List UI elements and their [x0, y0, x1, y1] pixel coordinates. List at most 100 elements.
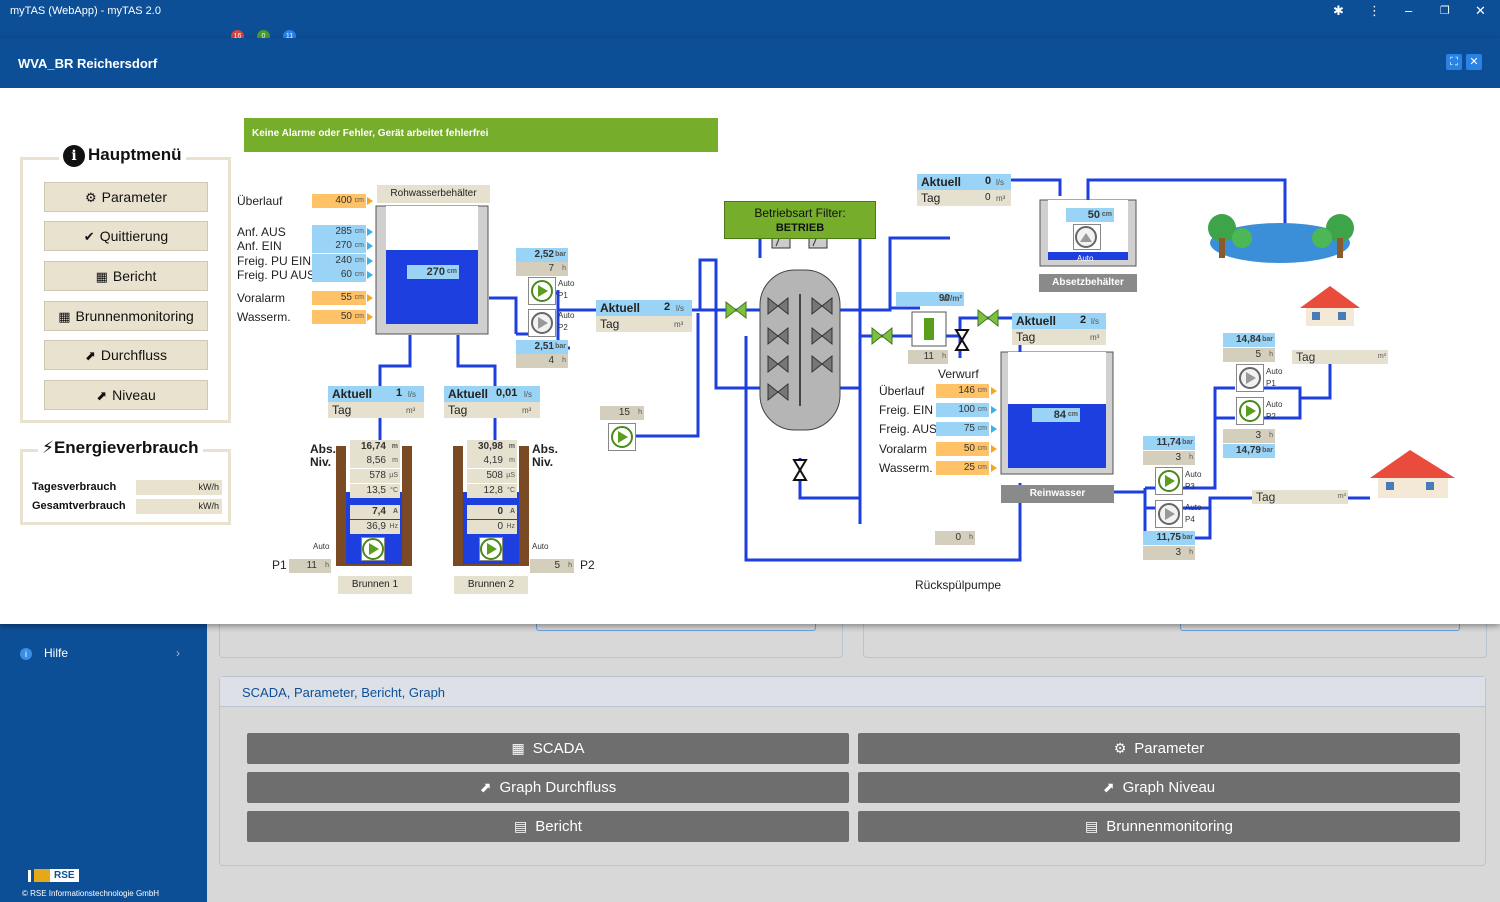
auto-label: Auto [558, 311, 575, 320]
gears-icon: ⚙ [84, 190, 97, 205]
lower-pump-p4[interactable] [1155, 500, 1183, 528]
house-icon-top [1300, 286, 1360, 326]
graph-niveau-button[interactable]: ⬈ Graph Niveau [858, 772, 1460, 803]
well2-reading: 0 Hz [467, 520, 517, 534]
well2-reading: 0A [467, 505, 517, 519]
auto-label: Auto [558, 279, 575, 288]
upper-hours-p1: 5h [1223, 348, 1275, 362]
copyright-text: © RSE Informationstechnologie GmbH [22, 889, 160, 898]
upper-pump-p1[interactable] [1236, 364, 1264, 392]
scada-canvas: i Hauptmenü ⚙ Parameter ✔ Quittierung ▦ Beri… [0, 88, 1500, 624]
modal-title: WVA_BR Reichersdorf [18, 56, 158, 71]
rein-param-value: 50 cm [936, 442, 989, 456]
daily-consumption-label: Tagesverbrauch [32, 481, 117, 493]
house-icon-bottom [1370, 450, 1455, 498]
rein-param-value: 75 cm [936, 422, 989, 436]
raw-param-value: 60 cm [312, 268, 366, 282]
gears-icon: ⚙ [1113, 740, 1127, 756]
window-titlebar: myTAS (WebApp) - myTAS 2.0 ✱ ⋮ – ❐ ✕ [0, 0, 1500, 22]
menu-brunnenmonitoring-button[interactable]: ▦ Brunnenmonitoring [44, 301, 208, 331]
well1-reading: 8,56 m [350, 454, 400, 468]
info-icon: i [20, 648, 32, 660]
chart-icon: ⬈ [479, 779, 492, 795]
maximize-icon[interactable]: ❐ [1440, 4, 1450, 17]
well1-reading: 13,5 °C [350, 484, 400, 498]
raw-param-label: Anf. AUS [237, 225, 286, 239]
menu-niveau-button[interactable]: ⬈ Niveau [44, 380, 208, 410]
well1-pump[interactable] [361, 537, 385, 561]
absetz-level: 50 cm [1066, 208, 1114, 222]
pump-label: P4 [1185, 515, 1195, 524]
rein-param-label: Freig. EIN [879, 403, 934, 417]
scada-panel-title: SCADA, Parameter, Bericht, Graph [220, 677, 1485, 707]
well2-pump[interactable] [479, 537, 503, 561]
menu-quittierung-button[interactable]: ✔ Quittierung [44, 221, 208, 251]
auto-label: Auto [532, 542, 549, 551]
more-vert-icon[interactable]: ⋮ [1368, 3, 1381, 19]
niv-label: Niv. [532, 455, 554, 469]
fullscreen-icon[interactable]: ⛶ [1446, 54, 1462, 70]
lower-pump-p3[interactable] [1155, 467, 1183, 495]
puzzle-icon[interactable]: ✱ [1333, 3, 1344, 19]
arrow-icon [991, 406, 997, 414]
well2-hours: 5h [530, 559, 574, 573]
menu-parameter-button[interactable]: ⚙ Parameter [44, 182, 208, 212]
upper-pump-p2[interactable] [1236, 397, 1264, 425]
raw-pump-p2[interactable] [528, 309, 556, 337]
upper-tag-value: Tag m³ [1292, 350, 1388, 364]
verwurf-label: Verwurf [938, 367, 979, 381]
auto-label: Auto [1077, 254, 1094, 263]
uv-hours: 11 h [908, 350, 948, 364]
pump-label: P2 [580, 558, 595, 572]
well1-hours: 11 h [289, 559, 331, 573]
raw-pump-p1[interactable] [528, 277, 556, 305]
rein-param-label: Voralarm [879, 442, 928, 456]
forest-lake-icon [1208, 214, 1354, 263]
lower-hours-p4: 3h [1143, 546, 1195, 560]
raw-param-label: Anf. EIN [237, 239, 282, 253]
auto-label: Auto [1185, 470, 1202, 479]
close-icon[interactable]: ✕ [1466, 54, 1482, 70]
raw-tank-title: Rohwasserbehälter [377, 185, 490, 203]
lightning-icon: ⚡ [42, 438, 54, 457]
close-window-icon[interactable]: ✕ [1475, 3, 1486, 19]
chart-icon: ⬈ [84, 348, 96, 363]
parameter-button[interactable]: ⚙ Parameter [858, 733, 1460, 764]
well1-reading: 16,74 m [350, 440, 400, 454]
scada-button[interactable]: ▦ SCADA [247, 733, 849, 764]
pump-label: P3 [1185, 482, 1195, 491]
raw-param-label: Voralarm [237, 291, 286, 305]
arrow-icon [367, 242, 373, 250]
well2-reading: 4,19 m [467, 454, 517, 468]
chart-icon: ⬈ [96, 388, 108, 403]
bericht-button[interactable]: ▤ Bericht [247, 811, 849, 842]
pump-label: P1 [1266, 379, 1276, 388]
absetz-pump[interactable] [1073, 224, 1101, 250]
raw-param-value: 240 cm [312, 254, 366, 268]
graph-durchfluss-button[interactable]: ⬈ Graph Durchfluss [247, 772, 849, 803]
menu-durchfluss-button[interactable]: ⬈ Durchfluss [44, 340, 208, 370]
arrow-icon [367, 294, 373, 302]
aux-pump-hours: 15 h [600, 406, 644, 420]
well1-reading: 7,4 A [350, 505, 400, 519]
brunnenmonitoring-button[interactable]: ▤ Brunnenmonitoring [858, 811, 1460, 842]
rein-param-label: Überlauf [879, 384, 925, 398]
raw-pump-p2-pressure: 2,51 bar [516, 340, 568, 354]
main-menu-title: i Hauptmenü [59, 145, 186, 167]
arrow-icon [367, 228, 373, 236]
aux-pump[interactable] [608, 423, 636, 451]
menu-bericht-button[interactable]: ▦ Bericht [44, 261, 208, 291]
lower-pressure-bottom: 11,75 bar [1143, 531, 1195, 545]
energy-title: ⚡Energieverbrauch [38, 438, 203, 458]
upper-pressure-top: 14,84 bar [1223, 333, 1275, 347]
total-consumption-value: kW/h [136, 499, 222, 514]
raw-param-label: Wasserm. [237, 310, 291, 324]
auto-label: Auto [1185, 503, 1202, 512]
filter-vessel [759, 219, 841, 431]
minimize-icon[interactable]: – [1405, 3, 1412, 18]
pump-label: P1 [272, 558, 287, 572]
arrow-icon [991, 445, 997, 453]
window-title: myTAS (WebApp) - myTAS 2.0 [10, 5, 161, 17]
abs-label: Abs. [310, 442, 337, 456]
sidebar-item-hilfe[interactable]: i Hilfe › [20, 646, 180, 660]
